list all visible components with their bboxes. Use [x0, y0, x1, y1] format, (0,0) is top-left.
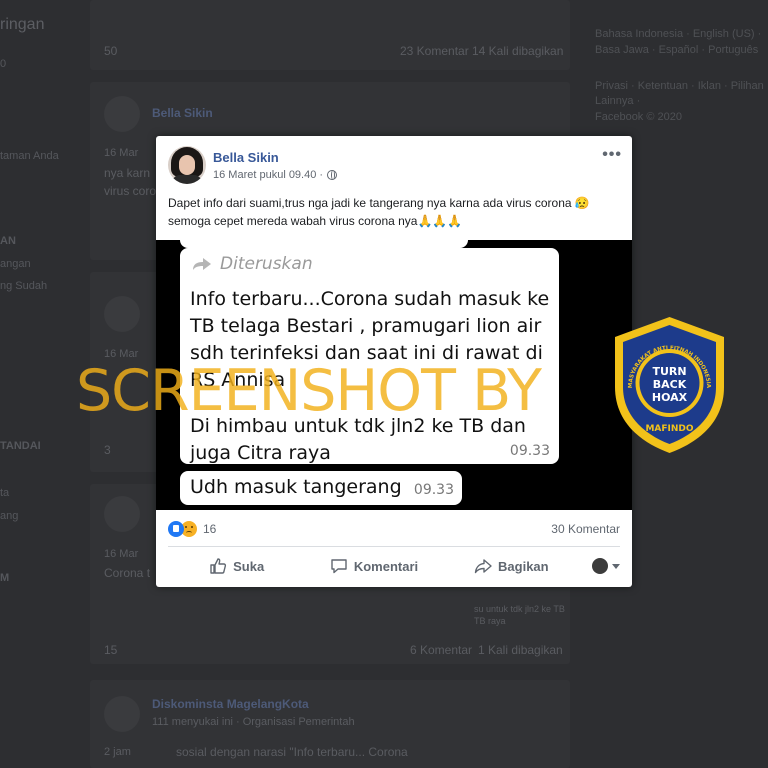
copyright: Facebook © 2020: [595, 111, 682, 123]
left-sidebar-item: ang: [0, 510, 19, 522]
bg-post-card: [90, 0, 570, 70]
left-sidebar-item: ng Sudah: [0, 280, 48, 292]
bg-avatar: [104, 296, 140, 332]
like-button[interactable]: Suka: [168, 557, 305, 575]
bg-like-count: 3: [104, 443, 111, 457]
left-sidebar-item: angan: [0, 258, 31, 270]
globe-icon: [327, 170, 338, 180]
chat-timestamp: 09.33: [509, 443, 550, 459]
comment-label: Komentari: [353, 558, 419, 574]
share-button[interactable]: Bagikan: [443, 557, 580, 575]
bg-avatar: [104, 496, 140, 532]
bg-like-count: 15: [104, 643, 118, 657]
forwarded-label: Diteruskan: [192, 254, 313, 274]
language-links: Bahasa Indonesia · English (US) ·: [595, 28, 762, 40]
left-sidebar-heading: AN: [0, 235, 16, 247]
chat-bubble-fragment: [180, 240, 468, 248]
chat-timestamp: 09.33: [413, 482, 454, 498]
post-meta: 16 Maret pukul 09.40 ·: [213, 169, 338, 181]
bg-text: Corona t: [104, 566, 151, 580]
badge-text-line1: TURN: [652, 365, 686, 378]
left-sidebar-heading: TANDAI: [0, 440, 41, 452]
bg-comment-count: 6 Komentar: [410, 643, 473, 657]
post-caption: Dapet info dari suami,trus nga jadi ke t…: [168, 196, 590, 228]
thumbs-up-icon: [210, 558, 227, 574]
comment-icon: [331, 559, 347, 574]
reactions-summary[interactable]: 16: [168, 521, 216, 537]
bg-comment-count: 23 Komentar: [400, 44, 469, 58]
bg-date: 2 jam: [104, 746, 131, 758]
comment-button[interactable]: Komentari: [305, 557, 442, 575]
divider: [168, 546, 620, 547]
post-timestamp[interactable]: 16 Maret pukul 09.40 ·: [213, 169, 323, 181]
audience-selector[interactable]: [580, 558, 620, 574]
share-label: Bagikan: [498, 558, 549, 574]
bg-snippet: su untuk tdk jln2 ke TB: [474, 604, 565, 614]
user-avatar: [591, 558, 608, 574]
more-options-icon[interactable]: •••: [602, 146, 622, 164]
share-icon: [474, 559, 492, 574]
left-sidebar-item: ta: [0, 487, 10, 499]
author-name[interactable]: Bella Sikin: [213, 150, 279, 165]
left-sidebar: ringan 0 taman Anda AN angan ng Sudah TA…: [0, 0, 60, 768]
footer-links: Privasi · Ketentuan · Iklan · Pilihan: [595, 80, 764, 92]
bg-author: Bella Sikin: [152, 106, 213, 120]
like-label: Suka: [233, 558, 265, 574]
bg-date: 16 Mar: [104, 147, 139, 159]
comment-count[interactable]: 30 Komentar: [551, 522, 620, 536]
chat-bubble-forwarded: Diteruskan Info terbaru...Corona sudah m…: [180, 248, 559, 464]
bg-like-count: 50: [104, 44, 118, 58]
badge-brand: MAFINDO: [645, 424, 693, 434]
badge-text-line2: BACK: [653, 378, 687, 391]
bg-text: sosial dengan narasi "Info terbaru... Co…: [176, 745, 408, 759]
chevron-down-icon: [611, 563, 620, 569]
bg-share-count: 1 Kali dibagikan: [478, 643, 563, 657]
reaction-count: 16: [203, 522, 217, 536]
bg-date: 16 Mar: [104, 548, 139, 560]
bg-subtitle: 111 menyukai ini · Organisasi Pemerintah: [152, 716, 355, 728]
bg-avatar: [104, 696, 140, 732]
badge-text-line3: HOAX: [652, 391, 688, 404]
like-reaction-icon: [168, 521, 184, 537]
bg-share-count: 14 Kali dibagikan: [472, 44, 564, 58]
watermark-text: SCREENSHOT BY: [76, 358, 542, 424]
chat-bubble: Udh masuk tangerang 09.33: [180, 471, 462, 505]
bg-snippet: TB raya: [474, 616, 506, 626]
left-sidebar-item: 0: [0, 58, 7, 70]
left-sidebar-title: ringan: [0, 16, 45, 33]
bg-avatar: [104, 96, 140, 132]
bg-author: Diskominsta MagelangKota: [152, 697, 309, 711]
forward-arrow-icon: [193, 258, 211, 270]
author-avatar[interactable]: [168, 146, 206, 184]
language-links: Basa Jawa · Español · Português: [595, 44, 759, 56]
forwarded-text: Diteruskan: [220, 254, 313, 274]
left-sidebar-heading: M: [0, 572, 10, 584]
left-sidebar-item: taman Anda: [0, 150, 59, 162]
turnbackhoax-badge-logo: TURN BACK HOAX MASYARAKAT ANTI FITNAH IN…: [615, 317, 724, 453]
bg-text: virus coro: [104, 184, 157, 198]
chat-message: Udh masuk tangerang: [190, 476, 402, 498]
bg-text: nya karn: [104, 166, 151, 180]
action-bar: Suka Komentari Bagikan: [168, 550, 620, 582]
footer-links: Lainnya ·: [595, 95, 641, 107]
